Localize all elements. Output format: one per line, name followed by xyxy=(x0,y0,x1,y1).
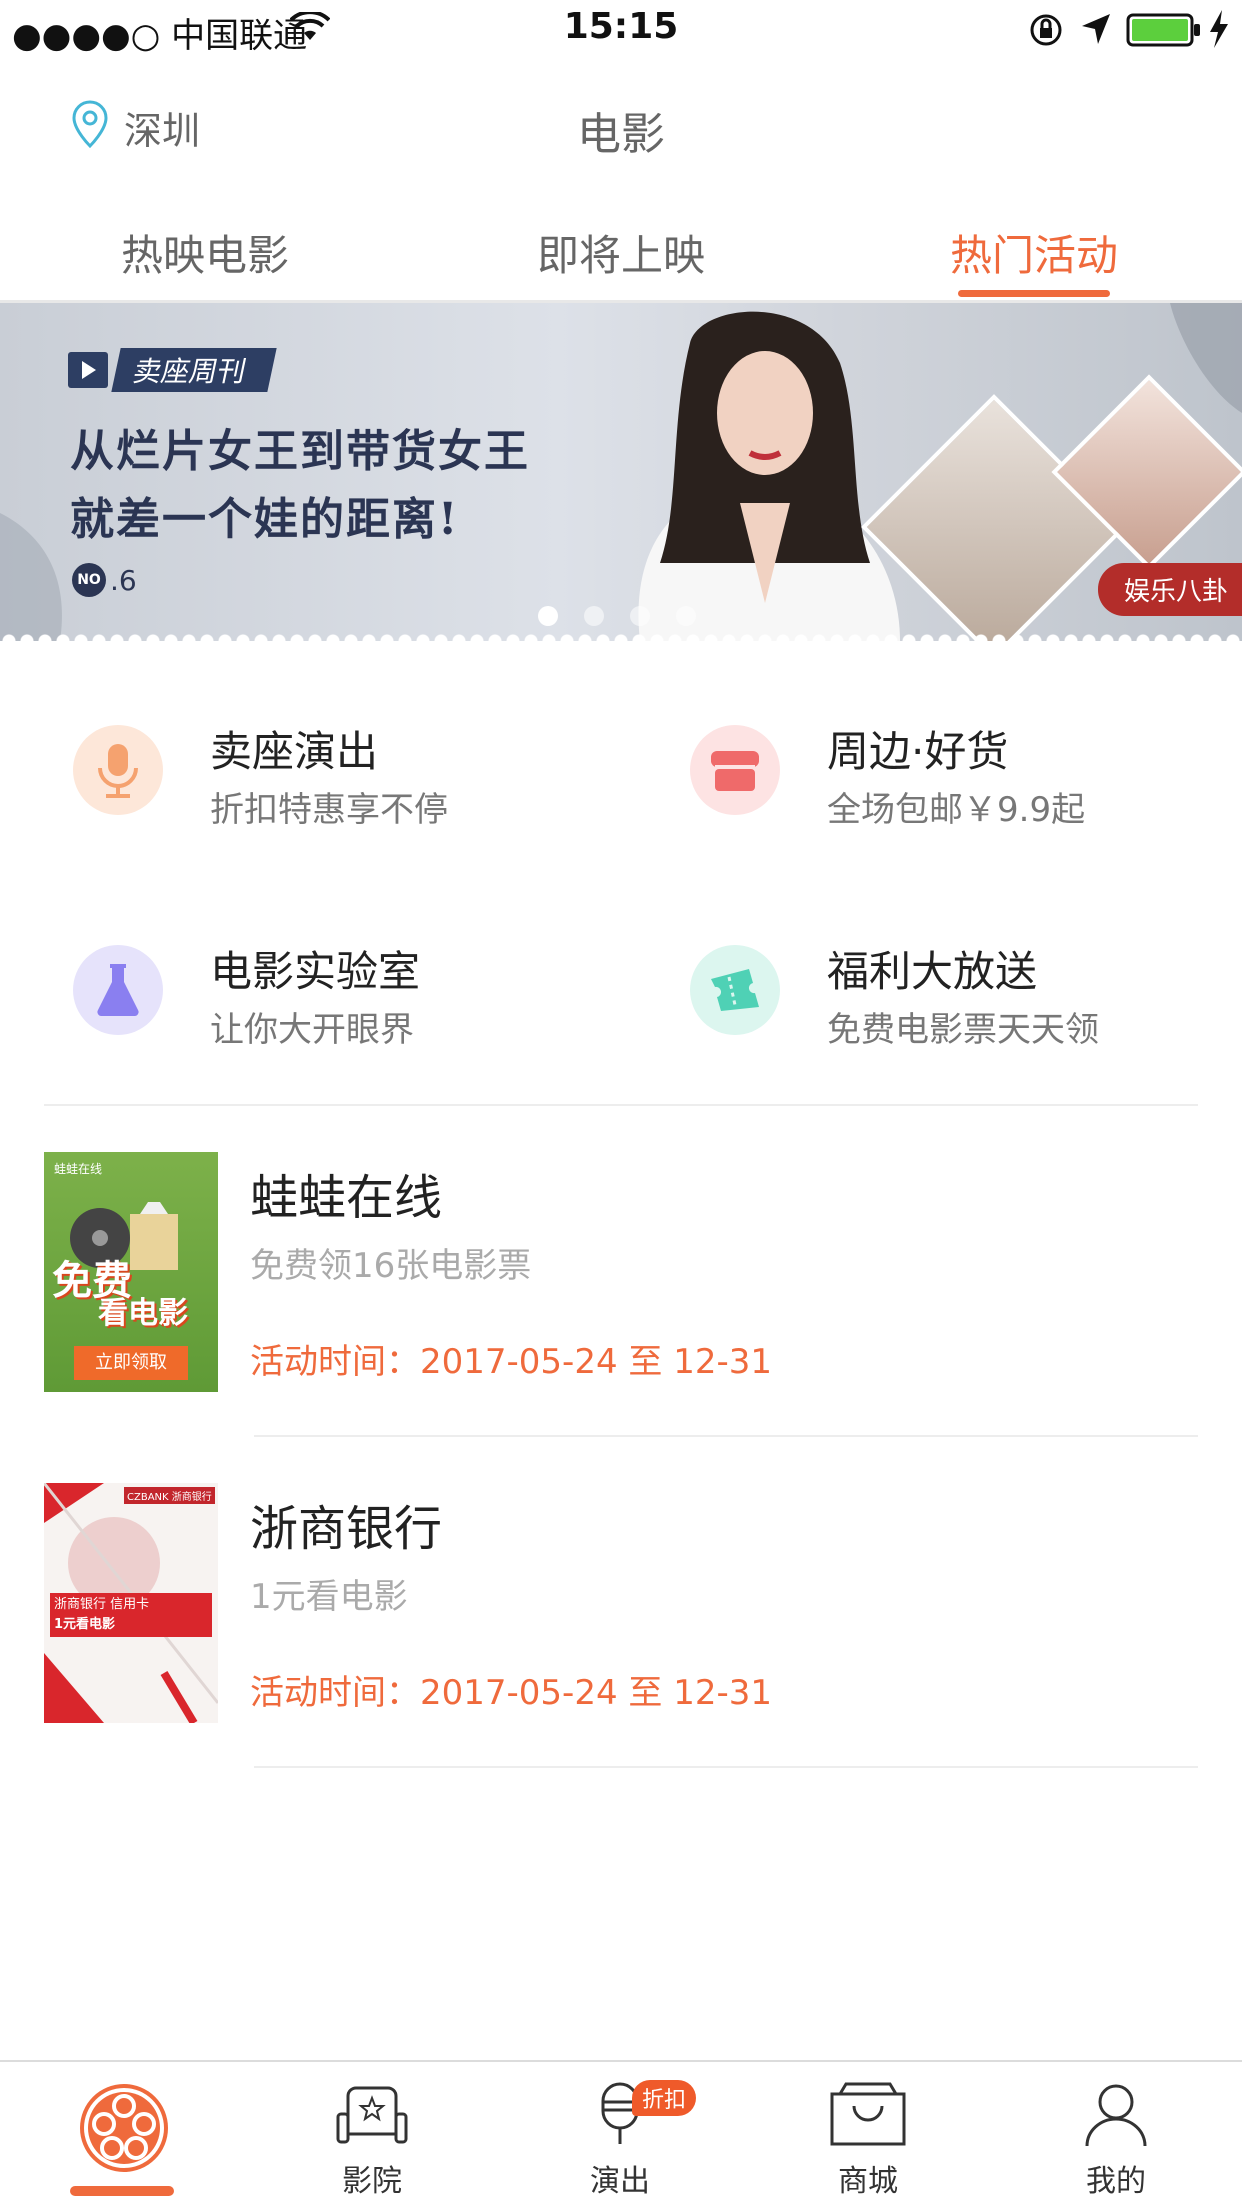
microphone-icon xyxy=(73,725,163,815)
grid-item-shows[interactable]: 卖座演出 折扣特惠享不停 xyxy=(40,700,600,840)
page-dot[interactable] xyxy=(630,606,650,626)
status-bar: ●●●●○ 中国联通 15:15 xyxy=(0,0,1242,62)
page-dot[interactable] xyxy=(676,606,696,626)
shopping-bag-icon xyxy=(826,2080,910,2154)
page-dot[interactable] xyxy=(584,606,604,626)
activity-thumbnail: CZBANK 浙商银行 浙商银行 信用卡 1元看电影 xyxy=(44,1483,218,1723)
tab-movies[interactable] xyxy=(0,2062,248,2210)
grid-item-subtitle: 让你大开眼界 xyxy=(210,1010,414,1050)
banner-headline-1: 从烂片女王到带货女王 xyxy=(70,426,530,477)
grid-item-subtitle: 免费电影票天天领 xyxy=(827,1010,1099,1050)
bottom-tab-bar: 影院 折扣 演出 商城 我的 xyxy=(0,2060,1242,2210)
activity-thumbnail: 蛙蛙在线 免费 看电影 立即领取 xyxy=(44,1152,218,1392)
grid-item-subtitle: 全场包邮￥9.9起 xyxy=(827,790,1086,830)
celebrity-photo xyxy=(600,303,920,641)
grid-item-merch[interactable]: 周边·好货 全场包邮￥9.9起 xyxy=(657,700,1217,840)
promo-banner[interactable]: 卖座周刊 从烂片女王到带货女王 就差一个娃的距离! NO .6 娱乐八卦 xyxy=(0,303,1242,641)
banner-edge xyxy=(0,629,1242,641)
claim-now-button: 立即领取 xyxy=(74,1346,188,1380)
tab-now-showing[interactable]: 热映电影 xyxy=(75,222,335,283)
tab-label: 演出 xyxy=(590,2164,650,2199)
tab-coming-soon[interactable]: 即将上映 xyxy=(491,222,751,283)
tab-hot-events[interactable]: 热门活动 xyxy=(904,222,1164,283)
tab-me[interactable]: 我的 xyxy=(992,2062,1240,2210)
grid-item-lab[interactable]: 电影实验室 让你大开眼界 xyxy=(40,920,600,1060)
activity-title: 浙商银行 xyxy=(250,1501,443,1557)
grid-item-welfare[interactable]: 福利大放送 免费电影票天天领 xyxy=(657,920,1217,1060)
tab-mall[interactable]: 商城 xyxy=(744,2062,992,2210)
activity-desc: 1元看电影 xyxy=(250,1577,408,1617)
banner-tag: 卖座周刊 xyxy=(68,348,277,392)
ticket-icon xyxy=(690,945,780,1035)
activity-time: 活动时间：2017-05-24 至 12-31 xyxy=(250,1342,773,1382)
grid-item-title: 卖座演出 xyxy=(210,727,379,776)
page-dot[interactable] xyxy=(538,606,558,626)
tab-label: 我的 xyxy=(1086,2164,1146,2199)
user-icon xyxy=(1081,2080,1151,2154)
flask-icon xyxy=(73,945,163,1035)
cinema-seat-icon xyxy=(332,2080,412,2154)
grid-item-title: 周边·好货 xyxy=(827,727,1009,776)
grid-item-subtitle: 折扣特惠享不停 xyxy=(210,790,448,830)
activity-title: 蛙蛙在线 xyxy=(250,1170,443,1226)
tab-cinema[interactable]: 影院 xyxy=(248,2062,496,2210)
discount-badge: 折扣 xyxy=(632,2080,697,2116)
shop-icon xyxy=(690,725,780,815)
banner-headline-2: 就差一个娃的距离! xyxy=(70,494,460,545)
grid-item-title: 电影实验室 xyxy=(210,947,421,996)
orientation-lock-icon xyxy=(1028,12,1064,52)
active-tab-indicator xyxy=(958,290,1110,297)
activity-item[interactable]: CZBANK 浙商银行 浙商银行 信用卡 1元看电影 浙商银行 1元看电影 活动… xyxy=(0,1437,1242,1767)
tab-shows[interactable]: 折扣 演出 xyxy=(496,2062,744,2210)
grid-item-title: 福利大放送 xyxy=(827,947,1038,996)
tab-label: 商城 xyxy=(838,2164,898,2199)
film-reel-icon xyxy=(74,2078,174,2182)
page-title: 电影 xyxy=(577,109,665,160)
charging-icon xyxy=(1208,10,1230,52)
banner-issue: NO .6 xyxy=(72,563,137,597)
list-divider xyxy=(254,1766,1198,1768)
activity-time: 活动时间：2017-05-24 至 12-31 xyxy=(250,1673,773,1713)
activity-item[interactable]: 蛙蛙在线 免费 看电影 立即领取 蛙蛙在线 免费领16张电影票 活动时间：201… xyxy=(0,1106,1242,1436)
activity-desc: 免费领16张电影票 xyxy=(250,1246,532,1286)
banner-category-badge: 娱乐八卦 xyxy=(1097,563,1242,616)
tab-label: 影院 xyxy=(342,2164,402,2199)
banner-page-indicator[interactable] xyxy=(538,606,696,626)
active-tab-indicator xyxy=(70,2186,174,2196)
battery-icon xyxy=(1126,12,1202,52)
film-icon xyxy=(68,352,108,388)
location-arrow-icon xyxy=(1080,12,1112,50)
